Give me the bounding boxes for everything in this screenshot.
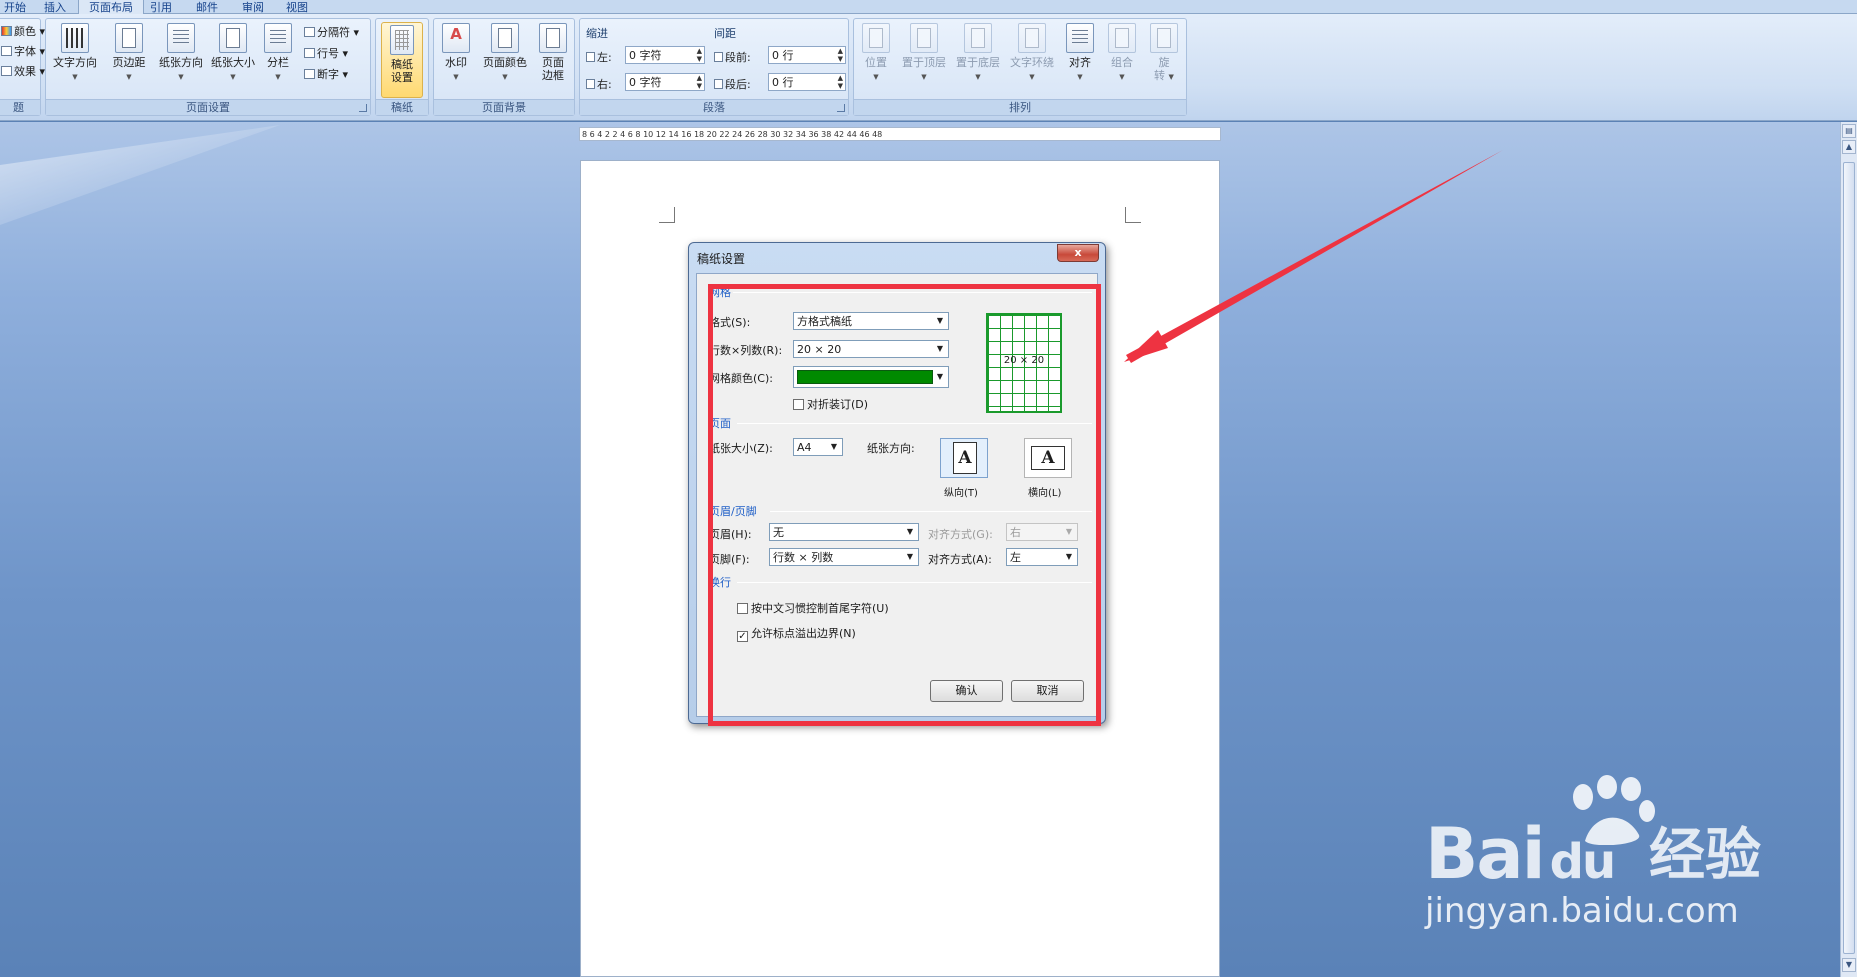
manuscript-group: 稿纸 设置 稿纸	[375, 18, 429, 116]
orientation-button[interactable]: 纸张方向 ▼	[156, 23, 206, 84]
page-background-group: 水印▼ 页面颜色▼ 页面边框 页面背景	[433, 18, 575, 116]
text-direction-icon	[61, 23, 89, 53]
page-color-icon	[491, 23, 519, 53]
rotate-button[interactable]: 旋转 ▼	[1144, 23, 1184, 84]
group-objects-icon	[1108, 23, 1136, 53]
align-button[interactable]: 对齐 ▼	[1060, 23, 1100, 84]
group-label: 页面背景	[434, 99, 574, 115]
breaks-icon	[304, 27, 315, 37]
space-after-input[interactable]: 0 行 ▲ ▼	[768, 73, 846, 91]
indent-title: 缩进	[586, 27, 608, 40]
highlight-box	[708, 284, 1101, 726]
page-setup-group: 文字方向 ▼ 页边距 ▼ 纸张方向 ▼ 纸张大小 ▼ 分栏 ▼ 分隔符 ▾ 行号 ▾ 断字…	[45, 18, 371, 116]
margin-corner-top-left	[659, 207, 675, 223]
position-button[interactable]: 位置 ▼	[856, 23, 896, 84]
line-numbers-icon	[304, 48, 315, 58]
margins-button[interactable]: 页边距 ▼	[104, 23, 154, 84]
orientation-icon	[167, 23, 195, 53]
fonts-icon	[1, 46, 12, 56]
tab-mailings[interactable]: 邮件	[186, 0, 228, 14]
align-icon	[1066, 23, 1094, 53]
theme-effects-button[interactable]: 效果 ▾	[1, 63, 45, 79]
breaks-button[interactable]: 分隔符 ▾	[304, 24, 359, 40]
baidu-brand-cn: 经验	[1649, 823, 1761, 888]
scroll-down-icon[interactable]: ▼	[1842, 958, 1856, 972]
manuscript-icon	[390, 25, 414, 55]
hyphenation-button[interactable]: 断字 ▾	[304, 66, 348, 82]
page-borders-icon	[539, 23, 567, 53]
dialog-title: 稿纸设置	[697, 252, 746, 266]
baidu-url: jingyan.baidu.com	[1425, 891, 1739, 931]
tab-page-layout[interactable]: 页面布局	[78, 0, 144, 15]
scroll-up-icon[interactable]: ▲	[1842, 140, 1856, 154]
rotate-icon	[1150, 23, 1178, 53]
dialog-close-button[interactable]: x	[1057, 244, 1099, 262]
page-setup-launcher[interactable]	[359, 104, 367, 112]
group-label: 题	[0, 99, 40, 115]
text-wrapping-icon	[1018, 23, 1046, 53]
arrange-group: 位置 ▼ 置于顶层 ▼ 置于底层 ▼ 文字环绕 ▼ 对齐 ▼ 组合 ▼ 旋转 ▼ 排列	[853, 18, 1187, 116]
text-wrapping-button[interactable]: 文字环绕 ▼	[1006, 23, 1058, 84]
ribbon-tab-bar: 开始 插入 页面布局 引用 邮件 审阅 视图	[0, 0, 1857, 15]
space-after-label: 段后:	[714, 76, 751, 92]
tab-references[interactable]: 引用	[140, 0, 182, 14]
size-button[interactable]: 纸张大小 ▼	[208, 23, 258, 84]
send-to-back-icon	[964, 23, 992, 53]
tab-home[interactable]: 开始	[0, 0, 36, 14]
watermark-icon	[442, 23, 470, 53]
columns-icon	[264, 23, 292, 53]
spacing-title: 间距	[714, 27, 736, 40]
space-before-input[interactable]: 0 行 ▲ ▼	[768, 46, 846, 64]
group-label: 排列	[854, 99, 1186, 115]
colors-icon	[1, 26, 12, 36]
tab-view[interactable]: 视图	[276, 0, 318, 14]
size-icon	[219, 23, 247, 53]
bring-to-front-icon	[910, 23, 938, 53]
paragraph-group: 缩进 间距 左: 0 字符 ▲ ▼ 右: 0 字符 ▲ ▼ 段前: 0 行 ▲ ▼ 段后: …	[579, 18, 849, 116]
indent-right-input[interactable]: 0 字符 ▲ ▼	[625, 73, 705, 91]
space-after-icon	[714, 79, 723, 89]
indent-left-label: 左:	[586, 49, 612, 65]
indent-right-label: 右:	[586, 76, 612, 92]
line-numbers-button[interactable]: 行号 ▾	[304, 45, 348, 61]
position-icon	[862, 23, 890, 53]
themes-group: 颜色 ▾ 字体 ▾ 效果 ▾ 题	[0, 18, 45, 116]
manuscript-settings-button[interactable]: 稿纸 设置	[381, 22, 423, 98]
bring-to-front-button[interactable]: 置于顶层 ▼	[898, 23, 950, 84]
ruler-ticks: 8 6 4 2 2 4 6 8 10 12 14 16 18 20 22 24 …	[582, 130, 883, 139]
effects-icon	[1, 66, 12, 76]
group-label: 稿纸	[376, 99, 428, 115]
theme-colors-button[interactable]: 颜色 ▾	[1, 23, 45, 39]
baidu-watermark: Bai du 经验 jingyan.baidu.com	[1425, 775, 1845, 935]
tab-insert[interactable]: 插入	[34, 0, 76, 14]
margins-icon	[115, 23, 143, 53]
watermark-button[interactable]: 水印▼	[436, 23, 476, 84]
page-color-button[interactable]: 页面颜色 ▼	[478, 23, 532, 84]
margin-corner-top-right	[1125, 207, 1141, 223]
horizontal-ruler[interactable]: 8 6 4 2 2 4 6 8 10 12 14 16 18 20 22 24 …	[579, 127, 1221, 141]
group-objects-button[interactable]: 组合 ▼	[1102, 23, 1142, 84]
theme-fonts-button[interactable]: 字体 ▾	[1, 43, 45, 59]
hyphenation-icon	[304, 69, 315, 79]
page-borders-button[interactable]: 页面 边框	[534, 23, 572, 82]
ruler-toggle-icon[interactable]: ▤	[1842, 124, 1856, 138]
columns-button[interactable]: 分栏 ▼	[258, 23, 298, 84]
space-before-label: 段前:	[714, 49, 751, 65]
indent-left-icon	[586, 52, 595, 62]
tab-review[interactable]: 审阅	[232, 0, 274, 14]
indent-right-icon	[586, 79, 595, 89]
baidu-brand: Bai du	[1425, 813, 1616, 895]
paragraph-launcher[interactable]	[837, 104, 845, 112]
send-to-back-button[interactable]: 置于底层 ▼	[952, 23, 1004, 84]
ribbon: 颜色 ▾ 字体 ▾ 效果 ▾ 题 文字方向 ▼ 页边距 ▼ 纸张方向 ▼ 纸张大小 ▼ …	[0, 14, 1857, 121]
space-before-icon	[714, 52, 723, 62]
group-label: 页面设置	[46, 99, 370, 115]
group-label: 段落	[580, 99, 848, 115]
text-direction-button[interactable]: 文字方向 ▼	[50, 23, 100, 84]
indent-left-input[interactable]: 0 字符 ▲ ▼	[625, 46, 705, 64]
